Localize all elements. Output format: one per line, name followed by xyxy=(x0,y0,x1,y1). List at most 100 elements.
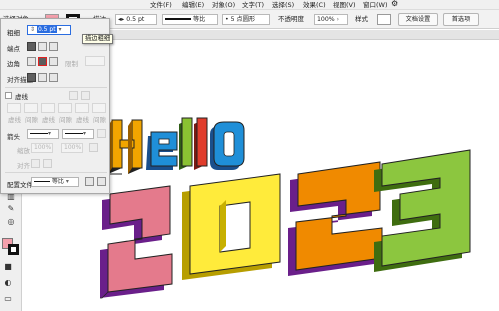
arrow-align-label: 对齐 xyxy=(17,162,30,170)
gap-3-field[interactable] xyxy=(92,103,106,113)
link-scale-button[interactable] xyxy=(89,143,98,152)
dash-1-label: 虚线 xyxy=(8,116,21,124)
opacity-label[interactable]: 不透明度 xyxy=(278,14,304,25)
panel-divider-2 xyxy=(5,172,107,173)
align-inside-button[interactable] xyxy=(38,73,47,82)
menu-window[interactable]: 窗口(W) xyxy=(363,0,388,10)
brush-value: 5 点圆形 xyxy=(230,16,256,23)
flip-across-button[interactable] xyxy=(97,177,106,186)
start-scale-field[interactable]: 100% xyxy=(31,143,53,153)
gap-2-field[interactable] xyxy=(58,103,72,113)
dash-3-field[interactable] xyxy=(75,103,89,113)
stroke-weight-value: 0.5 pt xyxy=(126,16,145,23)
gap-3-label: 间隙 xyxy=(93,116,106,124)
arrow-place-button[interactable] xyxy=(43,159,52,168)
digit-2-second xyxy=(288,161,383,276)
dash-2-field[interactable] xyxy=(41,103,55,113)
end-arrow-select[interactable]: ▾ xyxy=(62,129,94,139)
weight-field[interactable]: ⇕ 0.5 pt ▾ xyxy=(27,25,71,35)
profile-value: 等比 xyxy=(192,16,206,23)
stroke-weight-field[interactable]: ◂▸ 0.5 pt xyxy=(115,14,157,25)
letter-l-second xyxy=(194,117,208,170)
blend-tool-icon[interactable]: ◎ xyxy=(6,217,16,227)
start-scale-value: 100% xyxy=(34,144,52,151)
swap-arrows-button[interactable] xyxy=(97,129,106,138)
dash-2-label: 虚线 xyxy=(42,116,55,124)
start-arrow-select[interactable]: ▾ xyxy=(27,129,59,139)
end-scale-value: 100% xyxy=(64,144,82,151)
profile-line-panel xyxy=(34,180,50,183)
limit-field[interactable] xyxy=(85,56,105,66)
digit-3 xyxy=(374,149,471,272)
profile-value-panel: 等比 xyxy=(51,178,64,185)
panel-divider xyxy=(5,87,107,88)
draw-mode-icon[interactable]: ◐ xyxy=(3,278,13,288)
dash-preserve-button[interactable] xyxy=(69,91,78,100)
screen-mode-icon[interactable]: ▭ xyxy=(3,294,13,304)
menu-edit[interactable]: 编辑(E) xyxy=(182,0,204,10)
dash-1-field[interactable] xyxy=(7,103,21,113)
profile-line xyxy=(165,18,191,20)
menu-object[interactable]: 对象(O) xyxy=(212,0,235,10)
opacity-value: 100% xyxy=(317,16,335,23)
butt-cap-button[interactable] xyxy=(27,42,36,51)
opacity-field[interactable]: 100% › xyxy=(314,14,348,25)
weight-stepper-icon[interactable]: ⇕ xyxy=(30,26,35,33)
letter-e xyxy=(146,131,178,170)
arrowheads-label: 箭头 xyxy=(7,133,20,141)
align-outside-button[interactable] xyxy=(49,73,58,82)
limit-label: 限制 xyxy=(65,60,78,68)
scale-label: 缩放 xyxy=(17,147,30,155)
projecting-cap-button[interactable] xyxy=(49,42,58,51)
gap-1-field[interactable] xyxy=(24,103,38,113)
flip-along-button[interactable] xyxy=(85,177,94,186)
weight-label: 粗细 xyxy=(7,29,20,37)
profile-select[interactable]: 等比 xyxy=(162,14,218,25)
tools-panel: ▥ ✎ ◎ ■ ◐ ▭ xyxy=(0,190,22,311)
menu-select[interactable]: 选择(S) xyxy=(272,0,294,10)
round-join-button[interactable] xyxy=(38,57,47,66)
end-scale-field[interactable]: 100% xyxy=(61,143,83,153)
corner-label: 边角 xyxy=(7,60,20,68)
end-arrow-line xyxy=(65,132,83,135)
profile-label: 配置文件 xyxy=(7,181,33,189)
dash-align-button[interactable] xyxy=(81,91,90,100)
letter-l-first xyxy=(179,117,193,170)
menu-view[interactable]: 视图(V) xyxy=(333,0,356,10)
profile-select-panel[interactable]: 等比 ▾ xyxy=(31,177,79,187)
round-cap-button[interactable] xyxy=(38,42,47,51)
gear-icon[interactable]: ⚙ xyxy=(391,0,398,9)
menu-file[interactable]: 文件(F) xyxy=(150,0,172,10)
dashed-label: 虚线 xyxy=(15,93,28,101)
document-tab-bar xyxy=(110,30,499,40)
stroke-color-icon[interactable] xyxy=(8,244,19,255)
cap-label: 端点 xyxy=(7,45,20,53)
weight-value: 0.5 pt xyxy=(36,26,57,33)
menu-bar: 文件(F) 编辑(E) 对象(O) 文字(T) 选择(S) 效果(C) 视图(V… xyxy=(0,0,499,10)
app-window: 文件(F) 编辑(E) 对象(O) 文字(T) 选择(S) 效果(C) 视图(V… xyxy=(0,0,499,311)
gap-2-label: 间隙 xyxy=(59,116,72,124)
arrow-extend-button[interactable] xyxy=(31,159,40,168)
letter-o xyxy=(210,121,245,170)
dashed-checkbox[interactable] xyxy=(5,92,12,99)
document-settings-button[interactable]: 文档设置 xyxy=(398,13,438,26)
bevel-join-button[interactable] xyxy=(49,57,58,66)
color-mode-icon[interactable]: ■ xyxy=(3,262,13,272)
align-center-button[interactable] xyxy=(27,73,36,82)
preferences-button[interactable]: 首选项 xyxy=(443,13,479,26)
menu-type[interactable]: 文字(T) xyxy=(242,0,264,10)
miter-join-button[interactable] xyxy=(27,57,36,66)
digit-2-first xyxy=(100,185,173,299)
gap-1-label: 间隙 xyxy=(25,116,38,124)
digit-0 xyxy=(182,173,281,280)
letter-h xyxy=(108,119,143,175)
menu-effect[interactable]: 效果(C) xyxy=(303,0,326,10)
stroke-panel: 粗细 ⇕ 0.5 pt ▾ 端点 边角 限制 对齐描边 虚线 虚线 间隙 虚线 … xyxy=(0,18,110,194)
dash-3-label: 虚线 xyxy=(76,116,89,124)
stroke-weight-tooltip: 描边粗细 xyxy=(82,34,114,44)
start-arrow-line xyxy=(30,132,48,135)
eyedropper-tool-icon[interactable]: ✎ xyxy=(6,204,16,214)
style-swatch[interactable] xyxy=(377,14,391,25)
brush-select[interactable]: • 5 点圆形 xyxy=(222,14,270,25)
weight-dropdown-icon[interactable]: ▾ xyxy=(59,26,62,33)
